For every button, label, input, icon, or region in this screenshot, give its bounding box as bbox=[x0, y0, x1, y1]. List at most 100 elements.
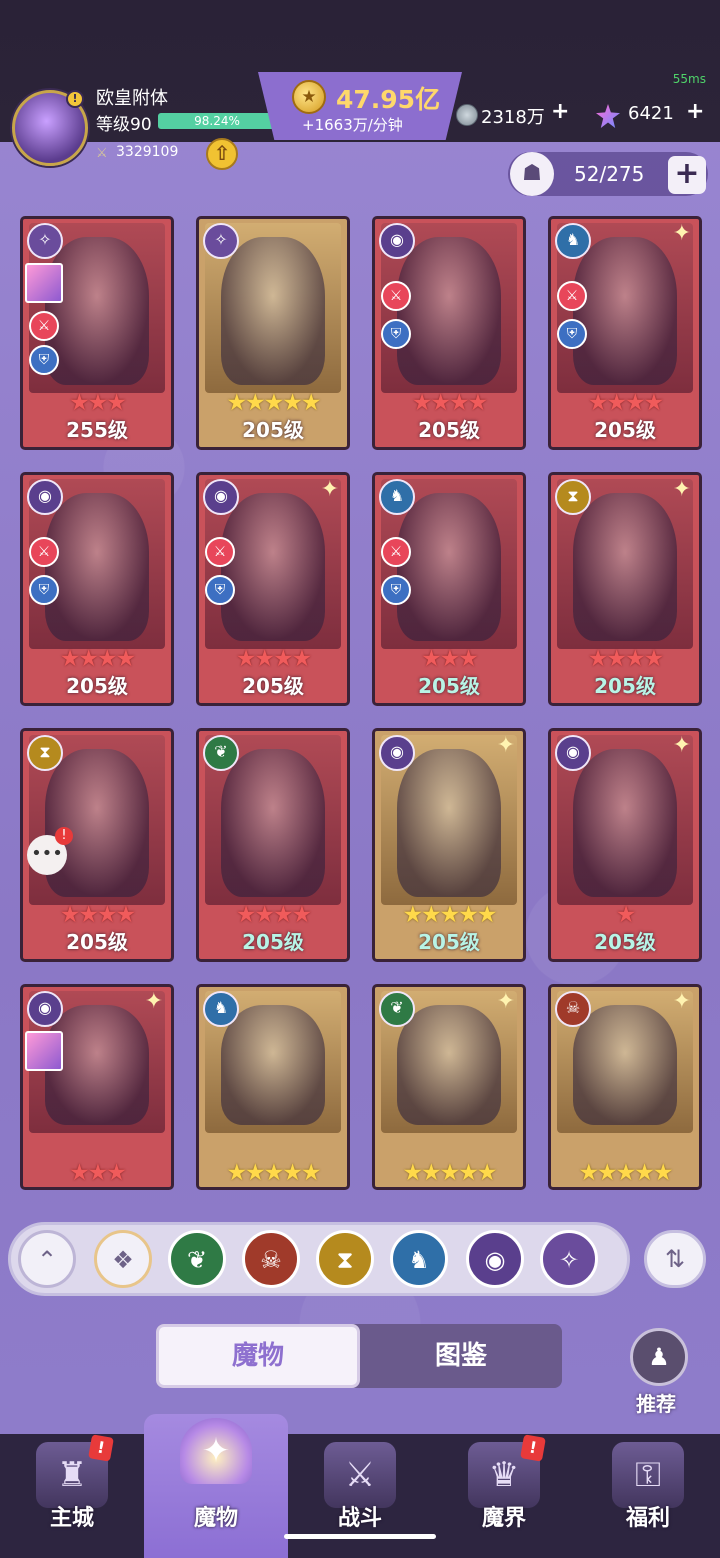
ring-filter-button[interactable]: ✧ bbox=[540, 1230, 598, 1288]
star-rating: ★★★★★ bbox=[226, 390, 321, 416]
capacity-text: 52/275 bbox=[574, 162, 645, 186]
add-gems-button[interactable]: + bbox=[686, 99, 704, 124]
monster-card[interactable]: ♞ ⚔ ⛨ ★★★ 205级 bbox=[372, 472, 526, 706]
monster-card[interactable]: ✦ ❦ ★★★★★ bbox=[372, 984, 526, 1190]
eye-faction-icon: ◉ bbox=[379, 223, 415, 259]
monster-card[interactable]: ♞ ★★★★★ bbox=[196, 984, 350, 1190]
monster-card[interactable]: ⧗ •••! ★★★★ 205级 bbox=[20, 728, 174, 962]
collapse-filter-button[interactable]: ⌃ bbox=[18, 1230, 76, 1288]
monster-card[interactable]: ◉ ⚔ ⛨ ★★★★ 205级 bbox=[20, 472, 174, 706]
monster-card[interactable]: ✦ ◉ ★★★ bbox=[20, 984, 174, 1190]
nav-label: 主城 bbox=[49, 1506, 94, 1531]
sword-icon: ⚔ bbox=[96, 146, 108, 161]
monster-card[interactable]: ❦ ★★★★ 205级 bbox=[196, 728, 350, 962]
silver-currency-value: 2318万 bbox=[481, 107, 545, 128]
star-rating: ★★★★★ bbox=[402, 1160, 497, 1186]
defense-role-icon: ⛨ bbox=[557, 319, 587, 349]
monster-level: 205级 bbox=[66, 674, 128, 698]
recommend-label[interactable]: 推荐 bbox=[636, 1388, 676, 1417]
eye-filter-button[interactable]: ◉ bbox=[466, 1230, 524, 1288]
star-rating: ★★★ bbox=[421, 646, 479, 672]
wolf-faction-icon: ♞ bbox=[555, 223, 591, 259]
monster-level: 205级 bbox=[66, 930, 128, 954]
star-rating: ★★★★★ bbox=[578, 1160, 673, 1186]
monster-card[interactable]: ◉ ⚔ ⛨ ★★★★ 205级 bbox=[372, 216, 526, 450]
sparkle-icon: ✦ bbox=[144, 989, 163, 1014]
monster-level: 205级 bbox=[594, 930, 656, 954]
silver-coin-icon bbox=[456, 104, 478, 126]
home-indicator bbox=[284, 1534, 436, 1539]
nav-item[interactable]: ⚿ 福利 bbox=[576, 1434, 720, 1558]
star-rating: ★★★★ bbox=[411, 390, 488, 416]
player-name: 欧皇附体 bbox=[96, 88, 168, 109]
nav-item[interactable]: ⚔ 战斗 bbox=[288, 1434, 432, 1558]
nav-label: 战斗 bbox=[337, 1506, 382, 1531]
sand-filter-button[interactable]: ⧗ bbox=[316, 1230, 374, 1288]
gem-currency-value: 6421 bbox=[628, 103, 674, 124]
nav-item[interactable]: ♜! 主城 bbox=[0, 1434, 144, 1558]
all-filter-button[interactable]: ❖ bbox=[94, 1230, 152, 1288]
nav-label: 福利 bbox=[625, 1506, 670, 1531]
power-value: 3329109 bbox=[116, 144, 179, 160]
player-level: 等级90 bbox=[96, 115, 152, 135]
nav-item[interactable]: ✦ 魔物 bbox=[144, 1414, 288, 1558]
monster-level: 255级 bbox=[66, 418, 128, 442]
star-rating: ★ bbox=[615, 902, 637, 928]
sparkle-icon: ✦ bbox=[496, 989, 515, 1014]
monster-figure bbox=[397, 1005, 501, 1125]
leaf-filter-button[interactable]: ❦ bbox=[168, 1230, 226, 1288]
monster-figure bbox=[573, 1005, 677, 1125]
defense-role-icon: ⛨ bbox=[381, 319, 411, 349]
leaf-faction-icon: ❦ bbox=[203, 735, 239, 771]
monster-card[interactable]: ✧ ⚔ ⛨ ★★★ 255级 bbox=[20, 216, 174, 450]
defense-role-icon: ⛨ bbox=[29, 575, 59, 605]
ring-faction-icon: ✧ bbox=[203, 223, 239, 259]
nav-label: 魔物 bbox=[193, 1506, 238, 1531]
monster-flame-icon: ✦ bbox=[180, 1418, 252, 1484]
monster-figure bbox=[45, 493, 149, 641]
sparkle-icon: ✦ bbox=[496, 733, 515, 758]
recommend-icon[interactable]: ♟ bbox=[630, 1328, 688, 1386]
sparkle-icon: ✦ bbox=[672, 221, 691, 246]
wolf-filter-button[interactable]: ♞ bbox=[390, 1230, 448, 1288]
monster-figure bbox=[397, 493, 501, 641]
monster-card[interactable]: ✦ ◉ ★★★★★ 205级 bbox=[372, 728, 526, 962]
attack-role-icon: ⚔ bbox=[29, 537, 59, 567]
alert-badge-icon: ! bbox=[520, 1434, 546, 1462]
star-rating: ★★★★ bbox=[59, 902, 136, 928]
chest-icon: ⚿ bbox=[612, 1442, 684, 1508]
eye-faction-icon: ◉ bbox=[27, 991, 63, 1027]
sort-button[interactable]: ⇅ bbox=[644, 1230, 706, 1288]
monster-card[interactable]: ✧ ★★★★★ 205级 bbox=[196, 216, 350, 450]
chat-bubble-icon[interactable]: •••! bbox=[27, 827, 73, 875]
monster-level: 205级 bbox=[418, 418, 480, 442]
sparkle-icon: ✦ bbox=[672, 477, 691, 502]
monster-figure bbox=[397, 749, 501, 897]
monster-card[interactable]: ✦ ◉ ⚔ ⛨ ★★★★ 205级 bbox=[196, 472, 350, 706]
wolf-faction-icon: ♞ bbox=[379, 479, 415, 515]
attack-role-icon: ⚔ bbox=[557, 281, 587, 311]
power-up-arrow-button[interactable]: ⇧ bbox=[206, 138, 238, 170]
sword-shield-icon: ⚔ bbox=[324, 1442, 396, 1508]
tab-monsters[interactable]: 魔物 bbox=[156, 1324, 360, 1388]
monster-card[interactable]: ✦ ♞ ⚔ ⛨ ★★★★ 205级 bbox=[548, 216, 702, 450]
avatar-badge-icon: ! bbox=[66, 90, 84, 108]
monster-card[interactable]: ✦ ⧗ ★★★★ 205级 bbox=[548, 472, 702, 706]
star-rating: ★★★★ bbox=[235, 646, 312, 672]
ring-faction-icon: ✧ bbox=[27, 223, 63, 259]
equipped-monster-thumbnail bbox=[25, 263, 63, 303]
xp-text: 98.24% bbox=[194, 114, 240, 128]
alert-badge-icon: ! bbox=[88, 1434, 114, 1462]
star-rating: ★★★ bbox=[69, 390, 127, 416]
ping-indicator: 55ms bbox=[672, 72, 706, 86]
gold-rate: +1663万/分钟 bbox=[302, 116, 403, 134]
monster-level: 205级 bbox=[594, 418, 656, 442]
monster-level: 205级 bbox=[594, 674, 656, 698]
add-silver-button[interactable]: + bbox=[551, 99, 569, 124]
skull-filter-button[interactable]: ☠ bbox=[242, 1230, 300, 1288]
monster-card[interactable]: ✦ ☠ ★★★★★ bbox=[548, 984, 702, 1190]
nav-item[interactable]: ♛! 魔界 bbox=[432, 1434, 576, 1558]
expand-capacity-button[interactable]: + bbox=[668, 156, 706, 194]
tab-codex[interactable]: 图鉴 bbox=[360, 1324, 562, 1388]
monster-card[interactable]: ✦ ◉ ★ 205级 bbox=[548, 728, 702, 962]
